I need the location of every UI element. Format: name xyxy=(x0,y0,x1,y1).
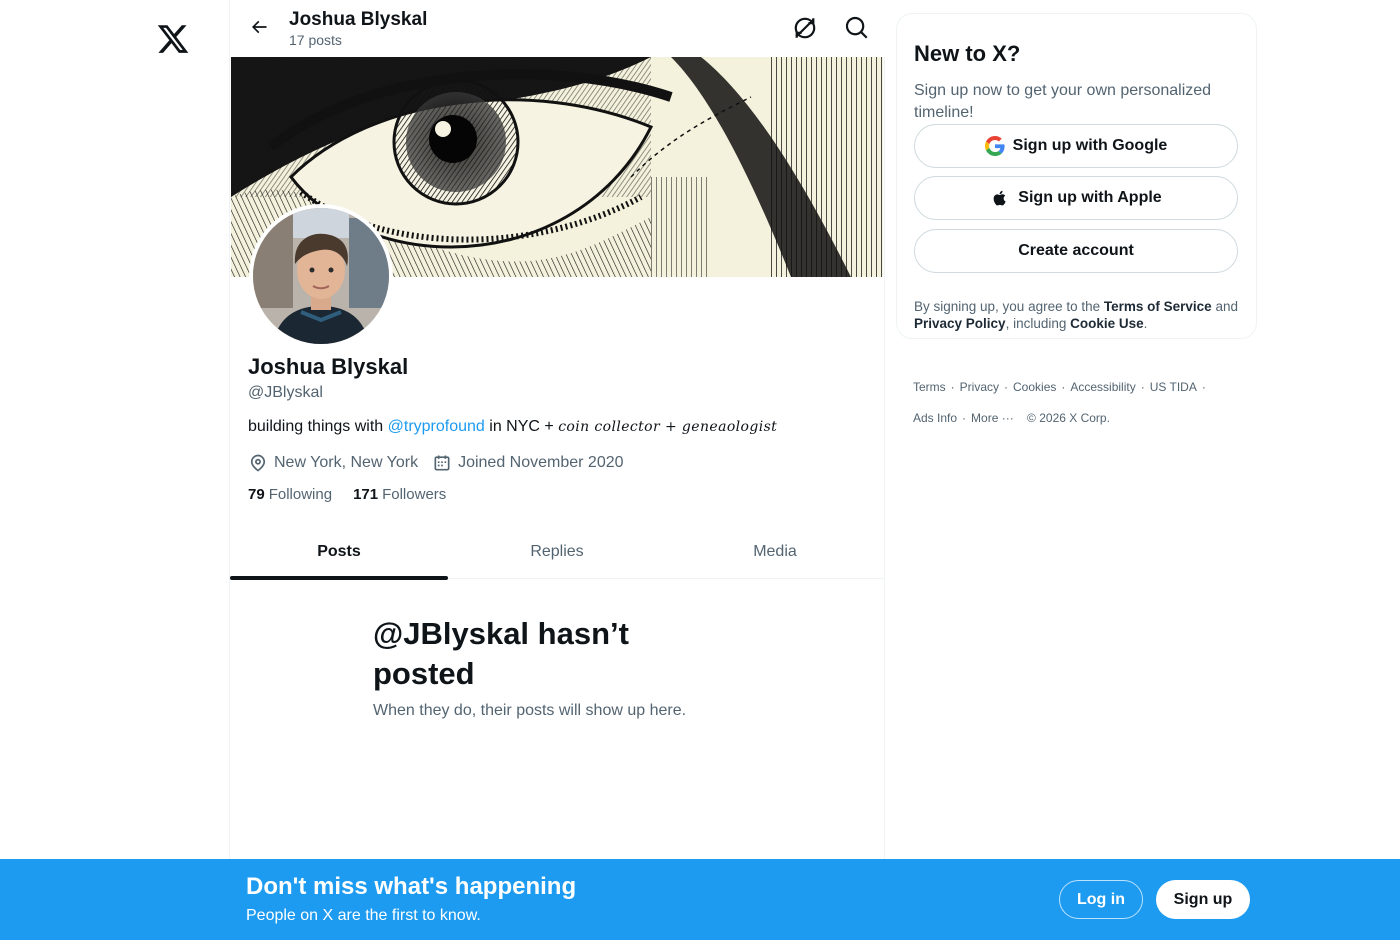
header-posts-count: 17 posts xyxy=(289,32,342,48)
profile-joined-date: Joined November 2020 xyxy=(432,453,624,473)
bottom-bar-subtitle: People on X are the first to know. xyxy=(246,907,481,924)
terms-of-service-link[interactable]: Terms of Service xyxy=(1104,299,1212,314)
main-column: Joshua Blyskal 17 posts Joshua Blyskal @… xyxy=(229,0,885,860)
follow-stats: 79 Following 171 Followers xyxy=(248,486,446,503)
followers-label: Followers xyxy=(382,486,447,503)
privacy-policy-link[interactable]: Privacy Policy xyxy=(914,316,1006,331)
bottom-signup-bar: Don't miss what's happening People on X … xyxy=(0,859,1400,940)
footer-copyright: © 2026 X Corp. xyxy=(1027,411,1110,425)
tab-media[interactable]: Media xyxy=(666,524,884,579)
footer-link-cookies[interactable]: Cookies xyxy=(1013,380,1056,394)
google-icon xyxy=(984,136,1005,156)
location-pin-icon xyxy=(250,454,266,472)
profile-header-bar: Joshua Blyskal 17 posts xyxy=(230,0,885,57)
joined-text: Joined November 2020 xyxy=(458,454,624,471)
bio-mention-link[interactable]: @tryprofound xyxy=(388,418,485,435)
refresh-icon[interactable] xyxy=(792,15,818,41)
calendar-icon xyxy=(434,455,450,471)
legal-end: . xyxy=(1143,316,1148,331)
profile-avatar[interactable] xyxy=(249,204,393,348)
arrow-left-icon xyxy=(251,20,267,34)
profile-handle: @JBlyskal xyxy=(248,384,323,401)
signup-apple-label: Sign up with Apple xyxy=(1018,189,1162,206)
signup-card: New to X? Sign up now to get your own pe… xyxy=(896,13,1257,339)
apple-icon xyxy=(993,190,1006,206)
empty-state-title: @JBlyskal hasn’t posted xyxy=(373,616,629,691)
following-link[interactable]: 79 Following xyxy=(248,486,332,503)
empty-state-subtitle: When they do, their posts will show up h… xyxy=(373,702,687,719)
footer-link-ads-info[interactable]: Ads Info xyxy=(913,411,957,425)
search-icon[interactable] xyxy=(844,15,870,41)
footer-link-accessibility[interactable]: Accessibility xyxy=(1070,380,1135,394)
footer-link-more[interactable]: More ··· xyxy=(971,411,1014,425)
cookie-use-link[interactable]: Cookie Use xyxy=(1070,316,1144,331)
bio-text-prefix: building things with xyxy=(248,418,388,435)
tab-posts[interactable]: Posts xyxy=(230,524,448,580)
signup-google-button[interactable]: Sign up with Google xyxy=(914,124,1238,168)
avatar-photo xyxy=(253,208,389,344)
legal-and: and xyxy=(1211,299,1238,314)
create-account-button[interactable]: Create account xyxy=(914,229,1238,273)
login-button[interactable]: Log in xyxy=(1059,880,1143,919)
signup-google-label: Sign up with Google xyxy=(1012,137,1168,154)
footer-link-us-tida[interactable]: US TIDA xyxy=(1150,380,1197,394)
following-label: Following xyxy=(268,486,333,503)
legal-including: , including xyxy=(1005,316,1071,331)
footer-link-privacy[interactable]: Privacy xyxy=(960,380,999,394)
footer-links: Terms · Privacy · Cookies · Accessibility · US T… xyxy=(913,380,1206,425)
profile-display-name: Joshua Blyskal xyxy=(248,354,409,379)
profile-bio: building things with @tryprofound in NYC… xyxy=(248,418,777,436)
x-logo-icon[interactable] xyxy=(156,22,190,56)
back-button[interactable] xyxy=(244,12,274,42)
location-text: New York, New York xyxy=(274,454,419,471)
profile-meta: New York, New York Joined November 2020 xyxy=(248,452,638,474)
followers-count: 171 xyxy=(353,486,379,503)
create-account-label: Create account xyxy=(1018,242,1134,259)
bio-text-middle: in NYC + xyxy=(484,418,559,435)
signup-button[interactable]: Sign up xyxy=(1156,880,1250,919)
bio-stylized-text: coin collector + geneaologist xyxy=(558,419,778,435)
bottom-bar-title: Don't miss what's happening xyxy=(246,873,577,900)
signup-apple-button[interactable]: Sign up with Apple xyxy=(914,176,1238,220)
followers-link[interactable]: 171 Followers xyxy=(353,486,446,503)
following-count: 79 xyxy=(248,486,265,503)
header-display-name: Joshua Blyskal xyxy=(289,9,428,30)
profile-tabs: Posts Replies Media xyxy=(230,524,885,580)
legal-prefix: By signing up, you agree to the xyxy=(914,299,1104,314)
left-rail xyxy=(0,0,229,860)
tab-replies[interactable]: Replies xyxy=(448,524,666,579)
signup-card-subtitle: Sign up now to get your own personalized… xyxy=(914,82,1212,121)
footer-link-terms[interactable]: Terms xyxy=(913,380,946,394)
signup-legal-text: By signing up, you agree to the Terms of… xyxy=(914,298,1244,332)
profile-location: New York, New York xyxy=(248,453,418,473)
signup-card-title: New to X? xyxy=(914,41,1021,66)
